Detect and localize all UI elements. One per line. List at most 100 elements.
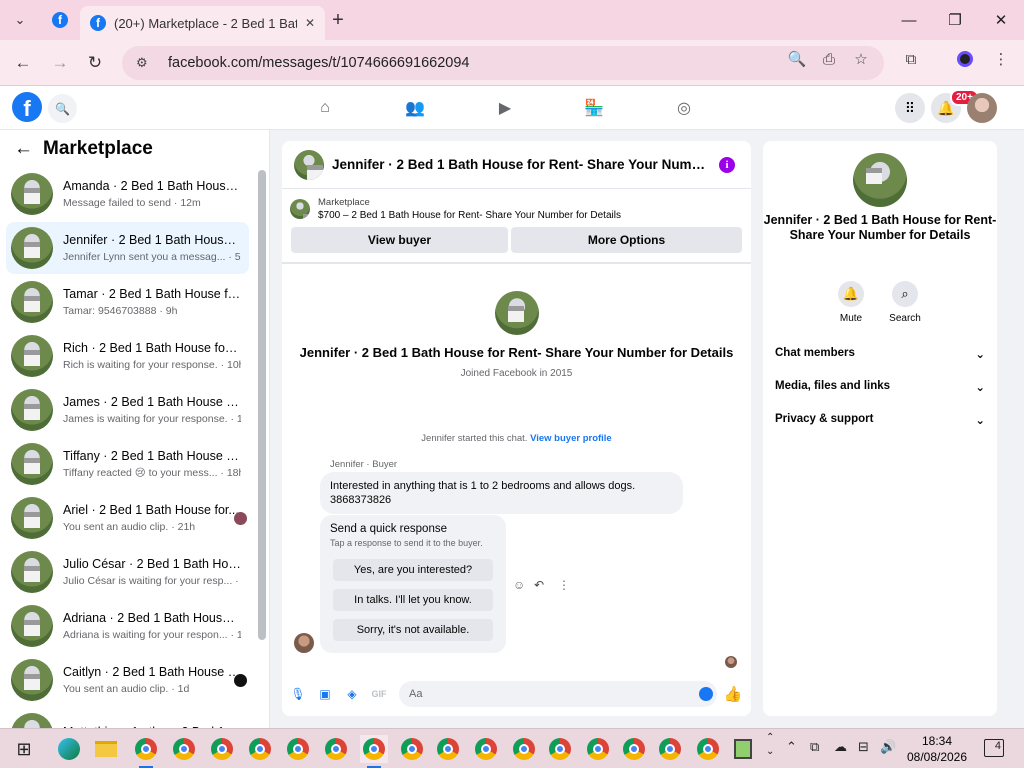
facebook-logo[interactable]: f [12,92,42,122]
chrome-taskbar-icon[interactable] [434,735,462,763]
chrome-taskbar-icon[interactable] [170,735,198,763]
file-explorer-icon[interactable] [92,735,120,763]
maximize-button[interactable]: ❐ [932,0,978,40]
close-window-button[interactable]: ✕ [978,0,1024,40]
info-icon[interactable]: i [719,157,735,173]
listing-title: $700 – 2 Bed 1 Bath House for Rent- Shar… [318,210,621,221]
minimize-button[interactable]: — [886,0,932,40]
like-thumb-icon[interactable]: 👍 [724,686,743,703]
new-tab-button[interactable]: + [324,6,352,34]
notepad-icon[interactable] [729,735,757,763]
mute-button[interactable]: 🔔 Mute [826,281,876,324]
conversation-item[interactable]: Mattathias +1 other · 2 Bed 1 Ba... [6,708,249,728]
quick-reply-yes[interactable]: Yes, are you interested? [333,559,493,581]
more-actions-icon[interactable]: ⋮ [558,578,570,592]
conversation-item[interactable]: Tiffany · 2 Bed 1 Bath House for... Tiffa… [6,438,249,490]
privacy-support-section[interactable]: Privacy & support ⌄ [775,413,985,427]
conversation-item[interactable]: Ariel · 2 Bed 1 Bath House for... You sen… [6,492,249,544]
video-icon[interactable]: ▶ [493,96,517,120]
message-input[interactable]: Aa [399,681,717,707]
tray-scroll-icon[interactable]: ⌃ ⌄ [766,731,774,759]
chrome-taskbar-icon[interactable] [284,735,312,763]
bookmark-star-icon[interactable]: ☆ [850,48,872,70]
conversation-item[interactable]: Julio César · 2 Bed 1 Bath House... Julio… [6,546,249,598]
conversation-item[interactable]: Amanda · 2 Bed 1 Bath House f... Message … [6,168,249,220]
edge-icon[interactable] [55,735,83,763]
show-hidden-icon[interactable]: ⌃ [786,739,797,755]
emoji-icon[interactable] [699,687,713,701]
seen-avatar [725,656,737,668]
react-emoji-icon[interactable]: ☺ [513,578,525,592]
conversation-item[interactable]: James · 2 Bed 1 Bath House for ... James … [6,384,249,436]
chrome-taskbar-icon[interactable] [584,735,612,763]
back-icon[interactable]: ← [9,49,37,77]
quick-reply-in-talks[interactable]: In talks. I'll let you know. [333,589,493,611]
devices-icon[interactable]: ⧉ [810,739,819,755]
marketplace-icon[interactable]: 🏪 [582,96,606,120]
photo-icon[interactable]: ▣ [317,686,333,702]
install-icon[interactable]: ⎙ [818,48,840,70]
chat-avatar[interactable] [294,149,324,180]
conversation-item[interactable]: Caitlyn · 2 Bed 1 Bath House f... You sen… [6,654,249,706]
listing-thumbnail [290,199,310,219]
microphone-icon[interactable]: 🎙 [290,686,306,702]
account-avatar[interactable] [967,93,997,123]
chat-members-section[interactable]: Chat members ⌄ [775,347,985,361]
chrome-taskbar-icon[interactable] [694,735,722,763]
chrome-taskbar-icon[interactable] [360,735,388,768]
media-files-section[interactable]: Media, files and links ⌄ [775,380,985,394]
chrome-icon [659,738,681,760]
extensions-icon[interactable]: ⧉ [900,48,922,70]
details-avatar[interactable] [853,153,907,207]
quick-reply-not-available[interactable]: Sorry, it's not available. [333,619,493,641]
chrome-taskbar-icon[interactable] [322,735,350,763]
chrome-taskbar-icon[interactable] [398,735,426,763]
chrome-taskbar-icon[interactable] [246,735,274,763]
pinned-facebook-tab[interactable]: f [46,6,74,34]
chat-title[interactable]: Jennifer · 2 Bed 1 Bath House for Rent- … [332,157,707,172]
home-icon[interactable]: ⌂ [313,96,337,120]
chrome-taskbar-icon[interactable] [510,735,538,763]
chrome-taskbar-icon[interactable] [472,735,500,763]
chrome-taskbar-icon[interactable] [656,735,684,763]
more-options-button[interactable]: More Options [511,227,742,253]
conversation-item[interactable]: Rich · 2 Bed 1 Bath House for R... Rich i… [6,330,249,382]
message-bubble[interactable]: Interested in anything that is 1 to 2 be… [320,472,683,514]
browser-menu-icon[interactable]: ⋮ [990,48,1012,70]
tab-search-icon[interactable]: ⌄ [6,6,34,34]
conversation-item[interactable]: Adriana · 2 Bed 1 Bath House fo... Adrian… [6,600,249,652]
forward-icon[interactable]: → [46,49,74,77]
reply-icon[interactable]: ↶ [534,578,544,592]
zoom-icon[interactable]: 🔍 [786,48,808,70]
gif-icon[interactable]: GIF [371,686,387,702]
windows-start-icon[interactable]: ⊞ [10,735,38,763]
scrollbar[interactable] [258,170,266,640]
search-icon[interactable]: 🔍 [48,94,77,123]
clock[interactable]: 18:34 08/08/2026 [900,733,974,765]
reload-icon[interactable]: ↻ [81,49,109,77]
chrome-taskbar-icon[interactable] [132,735,160,768]
back-arrow-icon[interactable]: ← [14,138,33,160]
site-info-icon[interactable]: ⚙ [136,55,156,71]
active-tab[interactable]: f (20+) Marketplace - 2 Bed 1 Bath ✕ [80,6,325,40]
chrome-taskbar-icon[interactable] [546,735,574,763]
view-buyer-button[interactable]: View buyer [291,227,508,253]
view-buyer-profile-link[interactable]: View buyer profile [530,433,612,444]
menu-grid-icon[interactable]: ⠿ [895,93,925,123]
conversation-item[interactable]: Jennifer · 2 Bed 1 Bath House fo... Jenni… [6,222,249,274]
chrome-taskbar-icon[interactable] [208,735,236,763]
listing-banner[interactable]: Marketplace $700 – 2 Bed 1 Bath House fo… [290,197,745,221]
chrome-taskbar-icon[interactable] [620,735,648,763]
conversation-item[interactable]: Tamar · 2 Bed 1 Bath House for ... Tamar:… [6,276,249,328]
friends-icon[interactable]: 👥 [403,96,427,120]
sticker-icon[interactable]: ◈ [344,686,360,702]
search-button[interactable]: ⌕ Search [880,281,930,324]
profile-icon[interactable] [954,48,976,70]
network-icon[interactable]: ⊟ [858,739,869,755]
tab-close-icon[interactable]: ✕ [305,16,315,30]
notification-center-icon[interactable]: 4 [984,739,1004,757]
onedrive-icon[interactable]: ☁ [834,739,847,755]
groups-icon[interactable]: ◎ [672,96,696,120]
address-bar[interactable]: ⚙ facebook.com/messages/t/10746666916620… [122,46,884,80]
volume-icon[interactable]: 🔊 [880,739,896,755]
